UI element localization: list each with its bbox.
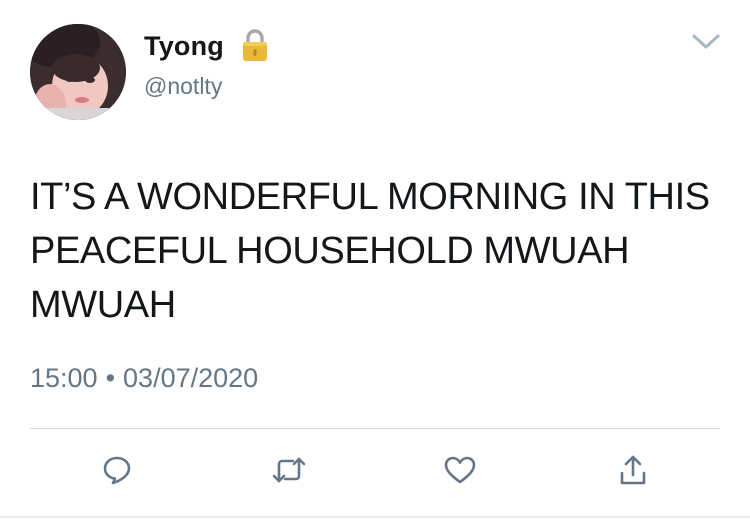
reply-icon	[103, 456, 131, 485]
user-handle[interactable]: @notlty	[144, 72, 222, 100]
meta-separator: •	[105, 363, 116, 393]
share-button[interactable]	[611, 448, 655, 492]
lock-icon	[243, 29, 267, 61]
like-button[interactable]	[438, 448, 482, 492]
avatar[interactable]	[30, 24, 126, 120]
retweet-icon	[272, 457, 306, 483]
heart-icon	[444, 456, 476, 484]
divider	[30, 428, 720, 429]
bottom-border	[0, 516, 750, 518]
tweet-time: 15:00	[30, 363, 98, 393]
chevron-down-icon[interactable]	[690, 30, 722, 52]
tweet-timestamp: 15:00 • 03/07/2020	[30, 362, 258, 394]
share-icon	[620, 455, 646, 485]
display-name[interactable]: Tyong	[144, 30, 224, 62]
retweet-button[interactable]	[267, 448, 311, 492]
reply-button[interactable]	[95, 448, 139, 492]
profile-photo-icon	[30, 24, 126, 120]
tweet-date[interactable]: 03/07/2020	[123, 363, 258, 393]
action-bar	[0, 448, 750, 498]
tweet-text: IT’S A WONDERFUL MORNING IN THIS PEACEFU…	[30, 176, 710, 326]
